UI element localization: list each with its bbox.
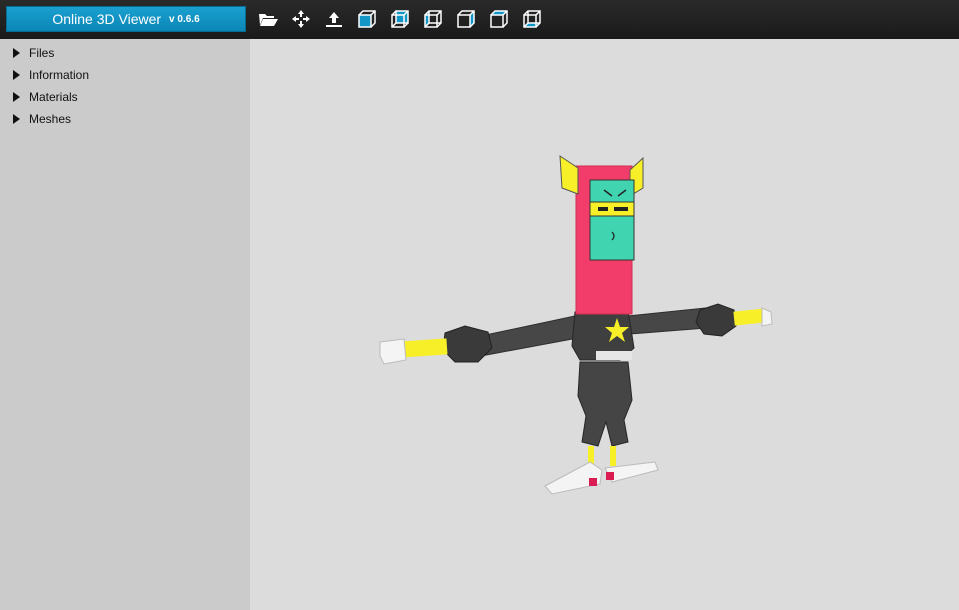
view-top-icon (490, 10, 508, 28)
fit-to-window-icon (292, 10, 310, 28)
view-front-button[interactable] (355, 7, 379, 31)
open-icon (259, 14, 278, 26)
fit-to-window-button[interactable] (289, 7, 313, 31)
sidebar-item-materials[interactable]: Materials (0, 86, 250, 108)
sidebar-item-information[interactable]: Information (0, 64, 250, 86)
character-model (379, 155, 773, 495)
view-bottom-icon (523, 10, 541, 28)
set-up-vector-icon (326, 12, 342, 27)
expand-arrow-icon[interactable] (13, 92, 20, 102)
view-top-button[interactable] (487, 7, 511, 31)
sidebar-item-label: Files (29, 46, 55, 60)
open-button[interactable] (256, 7, 280, 31)
expand-arrow-icon[interactable] (13, 114, 20, 124)
view-left-button[interactable] (421, 7, 445, 31)
set-up-vector-button[interactable] (322, 7, 346, 31)
expand-arrow-icon[interactable] (13, 48, 20, 58)
expand-arrow-icon[interactable] (13, 70, 20, 80)
view-left-icon (424, 10, 442, 28)
view-back-button[interactable] (388, 7, 412, 31)
sidebar-item-files[interactable]: Files (0, 42, 250, 64)
sidebar-item-label: Materials (29, 90, 78, 104)
sidebar: Files Information Materials Meshes (0, 39, 250, 610)
app-title-button[interactable]: Online 3D Viewer v 0.6.6 (6, 6, 246, 32)
toolbar-buttons (256, 7, 544, 31)
sidebar-item-label: Information (29, 68, 90, 82)
view-back-icon (391, 10, 409, 28)
app-title: Online 3D Viewer (52, 11, 162, 27)
top-toolbar: Online 3D Viewer v 0.6.6 (0, 0, 959, 39)
3d-viewport[interactable] (250, 39, 959, 610)
view-bottom-button[interactable] (520, 7, 544, 31)
sidebar-item-label: Meshes (29, 112, 72, 126)
sidebar-item-meshes[interactable]: Meshes (0, 108, 250, 130)
view-front-icon (358, 10, 376, 28)
app-version: v 0.6.6 (169, 13, 200, 25)
view-right-button[interactable] (454, 7, 478, 31)
view-right-icon (457, 10, 475, 28)
